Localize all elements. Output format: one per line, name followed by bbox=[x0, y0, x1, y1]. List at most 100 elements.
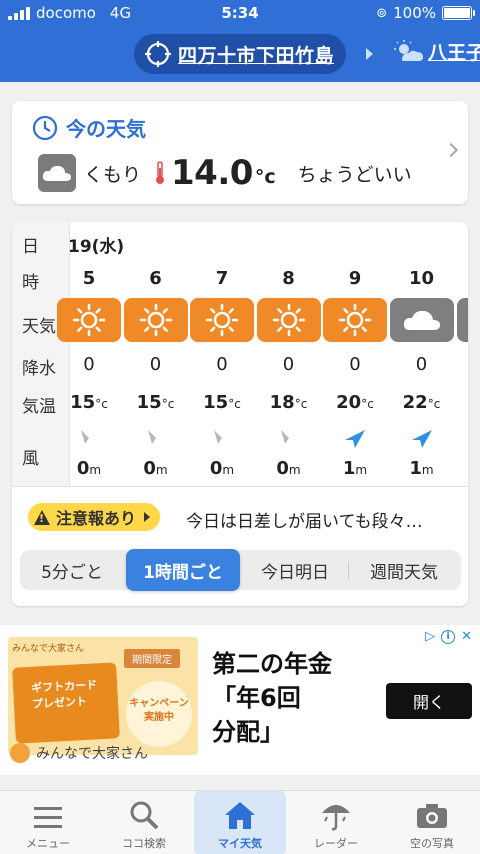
tab-sky-photo-label: 空の写真 bbox=[410, 837, 454, 850]
wind-speed-value: 1m bbox=[390, 458, 454, 479]
segment-5min[interactable]: 5分ごと bbox=[20, 550, 124, 590]
cloudy-icon bbox=[38, 154, 76, 192]
tab-radar[interactable]: レーダー bbox=[288, 791, 384, 854]
camera-icon bbox=[417, 804, 447, 828]
menu-icon bbox=[34, 807, 62, 828]
next-location-arrow-icon bbox=[366, 48, 373, 60]
tab-my-weather-label: マイ天気 bbox=[218, 837, 262, 850]
ad-headline[interactable]: 第二の年金 「年6回 分配」 bbox=[212, 647, 332, 749]
ad-banner[interactable]: ▷ i ✕ みんなで大家さん ギフトカード プレゼント 期間限定 キャンペーン … bbox=[0, 625, 480, 775]
weather-cell bbox=[389, 298, 454, 342]
orientation-lock-icon: ⊚ bbox=[376, 5, 388, 21]
current-location-button[interactable]: 四万十市下田竹島 bbox=[134, 34, 347, 74]
ad-image[interactable]: みんなで大家さん ギフトカード プレゼント 期間限定 キャンペーン 実施中 bbox=[8, 637, 198, 755]
hour-label: 9 bbox=[348, 268, 362, 289]
wind-direction-icon bbox=[323, 426, 387, 454]
rain-value: 0 bbox=[83, 354, 95, 375]
thermometer-icon bbox=[156, 161, 165, 184]
search-icon bbox=[130, 801, 159, 830]
forecast-comment[interactable]: 今日は日差しが届いても段々… bbox=[186, 507, 423, 532]
temperature-unit: °c bbox=[95, 397, 108, 411]
temperature-unit: °c bbox=[161, 397, 175, 411]
tab-my-weather[interactable]: マイ天気 bbox=[194, 791, 286, 854]
wind-direction-icon bbox=[390, 426, 454, 454]
location-name: 四万十市下田竹島 bbox=[178, 44, 335, 67]
clock-icon bbox=[32, 115, 58, 140]
wind-speed-value: 0m bbox=[124, 458, 188, 479]
row-label-hour: 時 bbox=[22, 273, 39, 293]
wind-arrow-icon bbox=[81, 430, 97, 446]
hourly-forecast-card: 日 時 天気 降水 気温 風 19(水) 5 0 15°c 0m 6 0 15°c 0m 7 0 1… bbox=[12, 222, 468, 606]
forecast-range-selector: 5分ごと 1時間ごと 今日明日 週間天気 bbox=[20, 549, 461, 591]
ad-brand-name: みんなで大家さん bbox=[36, 746, 148, 762]
ad-brand[interactable]: みんなで大家さん bbox=[10, 743, 148, 763]
wind-speed-value: 0m bbox=[190, 458, 254, 479]
ad-play-icon: ▷ bbox=[425, 629, 436, 644]
app-header: docomo 4G 5:34 ⊚ 100% 四万十市下田竹島 八王子 bbox=[0, 0, 480, 82]
wind-arrow-icon bbox=[411, 430, 432, 448]
wind-speed-unit: m bbox=[421, 463, 434, 477]
segment-hourly[interactable]: 1時間ごと bbox=[126, 549, 240, 591]
wind-speed-number: 0 bbox=[276, 458, 289, 479]
next-location-tab[interactable]: 八王子 bbox=[394, 38, 480, 65]
current-temperature-unit: °c bbox=[254, 166, 276, 188]
hour-label: 7 bbox=[215, 268, 229, 289]
campaign-circle: キャンペーン 実施中 bbox=[126, 681, 192, 747]
current-weather-title: 今の天気 bbox=[66, 117, 146, 141]
wind-speed-number: 1 bbox=[342, 458, 356, 479]
wind-speed-unit: m bbox=[89, 463, 102, 477]
hour-label: 5 bbox=[82, 268, 96, 289]
wind-speed-value: 0m bbox=[257, 458, 321, 479]
wind-direction-icon bbox=[57, 426, 121, 454]
segment-weekly[interactable]: 週間天気 bbox=[350, 550, 458, 590]
ad-info[interactable]: ▷ i ✕ bbox=[425, 629, 472, 644]
sunny-icon bbox=[338, 303, 372, 337]
warning-badge-button[interactable]: 注意報あり bbox=[28, 503, 161, 531]
close-icon[interactable]: ✕ bbox=[461, 629, 472, 644]
segment-today-tomorrow[interactable]: 今日明日 bbox=[244, 550, 346, 590]
temperature-value: 15°c bbox=[124, 392, 188, 413]
forecast-date: 19(水) bbox=[68, 237, 125, 257]
weather-cell bbox=[256, 298, 321, 342]
home-icon bbox=[225, 802, 255, 829]
wind-speed-number: 0 bbox=[76, 458, 90, 479]
sunny-icon bbox=[272, 303, 305, 337]
temperature-value: 15°c bbox=[190, 392, 254, 413]
ad-headline-line2: 「年6回 bbox=[212, 684, 301, 712]
sunny-icon bbox=[139, 303, 172, 337]
gift-card-line2: プレゼント bbox=[31, 694, 88, 711]
ad-open-button[interactable]: 開く bbox=[386, 683, 472, 719]
wind-speed-number: 1 bbox=[409, 458, 422, 479]
tab-sky-photo[interactable]: 空の写真 bbox=[384, 791, 480, 854]
bottom-tab-bar: メニュー ココ検索 マイ天気 レーダー 空の写真 bbox=[0, 790, 480, 854]
temperature-number: 20 bbox=[336, 392, 362, 413]
current-temperature: 14.0 bbox=[171, 153, 253, 193]
wind-speed-number: 0 bbox=[209, 458, 223, 479]
wind-speed-value: 1m bbox=[323, 458, 387, 479]
row-label-rain: 降水 bbox=[22, 359, 56, 379]
temperature-value: 20°c bbox=[323, 392, 387, 413]
partly-cloudy-icon bbox=[394, 39, 423, 61]
sunny-icon bbox=[205, 303, 239, 337]
battery-icon bbox=[442, 6, 475, 20]
tab-menu[interactable]: メニュー bbox=[0, 791, 96, 854]
tab-radar-label: レーダー bbox=[314, 837, 358, 850]
rain-value: 0 bbox=[216, 354, 228, 375]
battery-percent: 100% bbox=[393, 4, 436, 22]
wind-arrow-icon bbox=[280, 430, 297, 446]
wind-arrow-icon bbox=[147, 430, 164, 446]
chevron-right-icon bbox=[443, 142, 459, 158]
play-arrow-icon bbox=[144, 512, 151, 522]
rain-value: 0 bbox=[415, 354, 428, 375]
next-location-name: 八王子 bbox=[428, 42, 480, 64]
temperature-unit: °c bbox=[294, 397, 308, 411]
info-icon[interactable]: i bbox=[441, 629, 456, 644]
wind-speed-unit: m bbox=[355, 463, 368, 477]
temperature-unit: °c bbox=[427, 397, 441, 411]
wind-direction-icon bbox=[190, 426, 254, 454]
cloudy-icon bbox=[403, 310, 440, 330]
location-target-icon bbox=[145, 41, 171, 67]
tab-search-label: ココ検索 bbox=[122, 837, 166, 850]
tab-search[interactable]: ココ検索 bbox=[96, 791, 192, 854]
current-weather-card[interactable]: 今の天気 くもり 14.0 °c ちょうどいい bbox=[12, 101, 468, 204]
